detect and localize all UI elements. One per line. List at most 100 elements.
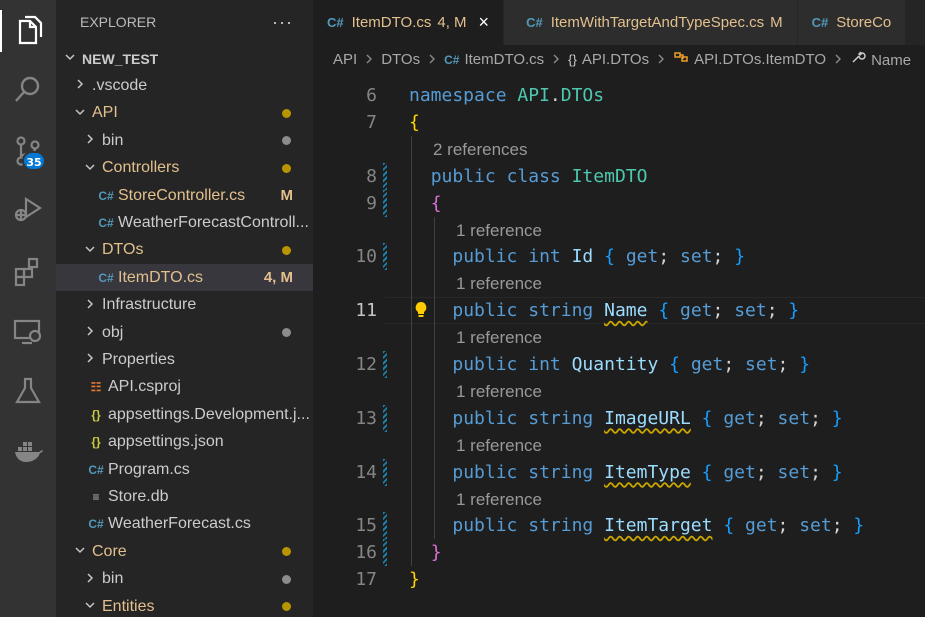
codelens-references[interactable]: 1 reference — [456, 270, 542, 297]
file-item[interactable]: {} appsettings.Development.j... — [56, 401, 313, 428]
chevron-right-icon[interactable] — [72, 78, 88, 93]
code-text: { — [409, 190, 442, 217]
breadcrumb-item[interactable]: API.DTOs.ItemDTO — [673, 50, 826, 68]
chevron-right-icon[interactable] — [82, 352, 98, 367]
code-line[interactable]: 15 public string ItemTarget { get; set; … — [313, 512, 925, 540]
file-item[interactable]: C# Program.cs — [56, 456, 313, 483]
codelens-references[interactable]: 1 reference — [456, 486, 542, 513]
code-editor[interactable]: 6 namespace API.DTOs 7{2 references 8 publi… — [313, 73, 925, 617]
git-modified-gutter — [383, 351, 387, 378]
chevron-down-icon[interactable] — [82, 599, 98, 614]
code-token: public — [452, 407, 518, 429]
code-line[interactable]: 11 public string Name { get; set; } — [313, 297, 925, 325]
chevron-down-icon[interactable] — [82, 243, 98, 258]
run-debug-icon[interactable] — [0, 184, 56, 234]
lightbulb-icon[interactable] — [411, 300, 431, 320]
git-modified-gutter — [383, 162, 387, 190]
codelens-references[interactable]: 1 reference — [456, 378, 542, 405]
codelens-references[interactable]: 1 reference — [456, 432, 542, 459]
code-line[interactable]: 14 public string ItemType { get; set; } — [313, 458, 925, 486]
folder-item[interactable]: bin — [56, 127, 313, 154]
tree-item-label: appsettings.Development.j... — [108, 405, 310, 423]
chevron-down-icon[interactable] — [72, 106, 88, 121]
chevron-right-icon[interactable] — [82, 325, 98, 340]
code-token: { — [604, 246, 615, 268]
folder-item[interactable]: DTOs — [56, 237, 313, 264]
docker-icon[interactable] — [0, 426, 56, 476]
chevron-down-icon[interactable] — [82, 161, 98, 176]
tree-item-label: DTOs — [102, 241, 144, 259]
code-line[interactable]: 10 public int Id { get; set; } — [313, 243, 925, 271]
codelens-references[interactable]: 1 reference — [456, 324, 542, 351]
code-line[interactable]: 9 { — [313, 189, 925, 217]
code-token: { — [658, 300, 670, 322]
breadcrumb-item[interactable]: API — [333, 51, 357, 68]
json-file-icon: {} — [91, 407, 101, 422]
code-line[interactable]: 12 public int Quantity { get; set; } — [313, 351, 925, 378]
testing-icon[interactable] — [0, 366, 56, 416]
chevron-down-icon[interactable] — [62, 51, 78, 66]
chevron-down-icon[interactable] — [72, 544, 88, 559]
file-item[interactable]: ≡ Store.db — [56, 483, 313, 510]
folder-item[interactable]: API — [56, 100, 313, 127]
chevron-right-icon[interactable] — [82, 133, 98, 148]
file-item[interactable]: ☷ API.csproj — [56, 374, 313, 401]
file-item[interactable]: C# StoreController.cs M — [56, 182, 313, 209]
editor-tabs: C# ItemDTO.cs 4, M × C# ItemWithTargetAndType… — [313, 0, 925, 45]
code-token: set — [680, 246, 713, 268]
codelens-references[interactable]: 2 references — [433, 136, 528, 163]
file-item[interactable]: {} appsettings.json — [56, 429, 313, 456]
folder-item[interactable]: Entities — [56, 593, 313, 617]
more-actions-icon[interactable]: ··· — [272, 12, 293, 33]
chevron-right-icon[interactable] — [82, 298, 98, 313]
code-token: get — [745, 515, 778, 537]
line-number: 10 — [355, 246, 377, 268]
code-line[interactable]: 6 namespace API.DTOs — [313, 82, 925, 109]
git-modified-gutter — [383, 539, 387, 567]
folder-item[interactable]: NEW_TEST — [56, 45, 313, 72]
file-item[interactable]: C# ItemDTO.cs 4, M — [56, 264, 313, 292]
tree-item-label: Program.cs — [108, 460, 190, 478]
folder-item[interactable]: obj — [56, 319, 313, 346]
folder-item[interactable]: Properties — [56, 346, 313, 373]
folder-item[interactable]: Core — [56, 538, 313, 565]
code-token: ImageURL — [604, 407, 691, 429]
editor-tab[interactable]: C# ItemDTO.cs 4, M × — [313, 0, 505, 45]
file-item[interactable]: C# WeatherForecast.cs — [56, 511, 313, 538]
line-number: 12 — [355, 354, 377, 375]
folder-item[interactable]: Infrastructure — [56, 292, 313, 319]
code-line[interactable]: 16 } — [313, 539, 925, 567]
breadcrumb-item[interactable]: DTOs — [381, 51, 420, 68]
code-token: { — [701, 461, 713, 483]
code-token: get — [723, 461, 756, 483]
chevron-right-icon[interactable] — [82, 572, 98, 587]
codelens-references[interactable]: 1 reference — [456, 217, 542, 244]
file-item[interactable]: C# WeatherForecastControll... — [56, 209, 313, 236]
folder-item[interactable]: Controllers — [56, 155, 313, 182]
editor-tab[interactable]: C# StoreCo — [797, 0, 907, 45]
close-icon[interactable]: × — [479, 12, 490, 33]
explorer-icon[interactable] — [0, 6, 56, 56]
code-line[interactable]: 8 public class ItemDTO — [313, 162, 925, 190]
code-line[interactable]: 13 public string ImageURL { get; set; } — [313, 404, 925, 432]
code-line[interactable]: 7{ — [313, 109, 925, 136]
breadcrumb-item[interactable]: {} API.DTOs — [568, 51, 649, 68]
explorer-title: EXPLORER — [80, 14, 157, 30]
editor-tab[interactable]: C# ItemWithTargetAndTypeSpec.cs M — [504, 0, 798, 45]
folder-item[interactable]: bin — [56, 566, 313, 593]
code-token: ; — [712, 246, 735, 268]
remote-explorer-icon[interactable] — [0, 306, 56, 356]
breadcrumb-item[interactable]: Name — [850, 49, 911, 69]
extensions-icon[interactable] — [0, 246, 56, 296]
code-line[interactable]: 17} — [313, 566, 925, 593]
breadcrumb-item[interactable]: C# ItemDTO.cs — [444, 51, 544, 68]
search-icon[interactable] — [0, 64, 56, 114]
folder-item[interactable]: .vscode — [56, 72, 313, 99]
